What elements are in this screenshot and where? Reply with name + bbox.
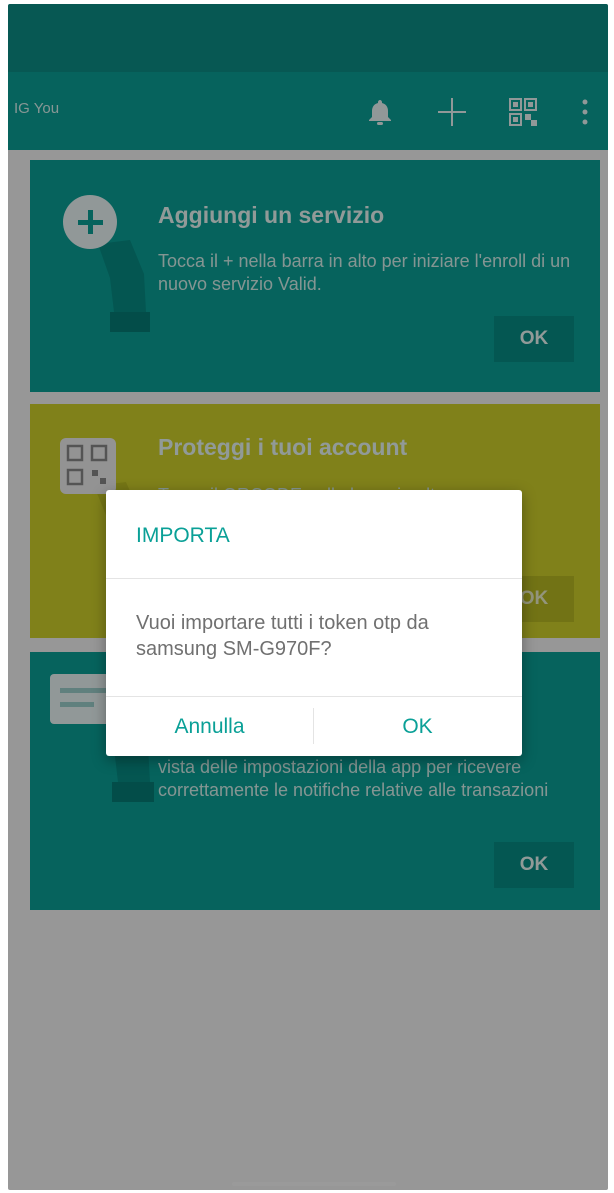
phone-screen: IG You Aggiungi un servizio Tocca il + n… <box>8 4 608 1190</box>
home-indicator[interactable] <box>232 1182 396 1186</box>
cancel-button[interactable]: Annulla <box>106 697 313 756</box>
dialog-message: Vuoi importare tutti i token otp da sams… <box>136 612 429 660</box>
import-dialog: IMPORTA Vuoi importare tutti i token otp… <box>106 490 522 756</box>
ok-button[interactable]: OK <box>314 697 521 756</box>
divider <box>106 578 522 579</box>
dialog-title: IMPORTA <box>136 524 230 547</box>
